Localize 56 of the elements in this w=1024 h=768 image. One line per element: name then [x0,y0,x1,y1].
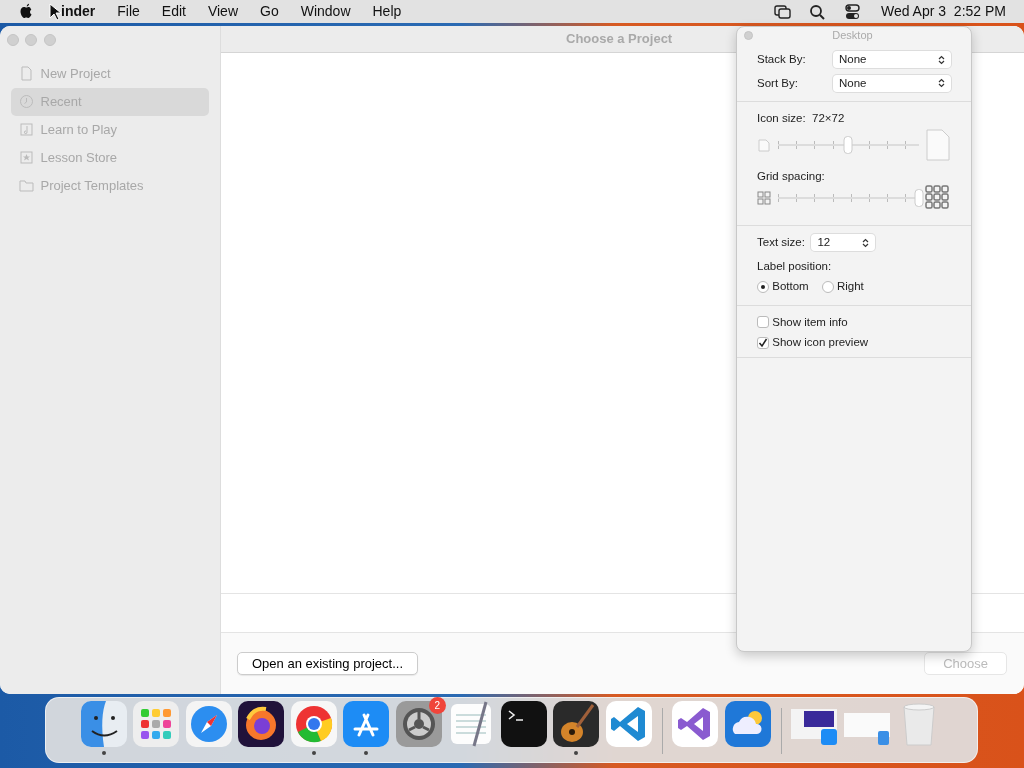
cloud-icon[interactable] [724,701,771,748]
guitar-icon[interactable] [553,701,600,748]
radio-option[interactable]: Bottom [757,278,809,296]
app-menu[interactable]: inder [61,1,107,22]
sort-by-popup[interactable]: None [833,74,951,92]
panel-title: Desktop [831,27,874,43]
menu-item[interactable]: Go [249,1,290,22]
field-label: Text size: [757,235,805,250]
field-label: Stack By: [757,52,806,67]
terminal-icon[interactable] [500,701,547,748]
menu-item[interactable]: Window [289,1,362,22]
slider-thumb[interactable] [843,136,853,155]
app-grid-icon[interactable] [133,701,180,748]
ribbon-icon[interactable] [605,701,652,748]
checkmark-icon [758,337,768,348]
window-title: Choose a Project [566,30,673,49]
chevron-icon [862,237,870,248]
clock-icon [19,94,34,109]
chevron-icon [938,78,945,89]
screen-mirroring-icon[interactable] [772,2,792,21]
search-icon[interactable] [807,2,827,21]
face-icon[interactable] [80,701,127,748]
field-label: Label position: [757,258,833,274]
compass-icon[interactable] [185,701,232,748]
open-project-button[interactable]: Open an existing project... [237,651,419,676]
small-grid-icon [757,191,771,205]
field-label: Grid spacing: [757,168,826,184]
icon-size-value: 72×72 [812,111,845,126]
menu-item[interactable]: File [106,1,151,22]
flame-icon[interactable] [238,701,285,748]
large-document-icon [925,129,951,162]
chevron-icon [938,54,945,65]
checkbox-option[interactable]: Show icon preview [757,334,951,352]
menu-clock[interactable]: Wed Apr 3 2:52 PM [869,1,1024,22]
radio-option[interactable]: Right [821,278,864,296]
large-grid-icon [925,185,951,211]
folder-icon [19,178,34,193]
cursor-icon [49,2,61,21]
ribbon-icon[interactable] [672,701,719,748]
stack-by-popup[interactable]: None [833,51,951,69]
letter-a-icon[interactable] [343,701,390,748]
control-center-icon[interactable] [842,2,862,21]
apple-menu-icon[interactable] [18,2,34,21]
menu-item[interactable]: View [196,1,249,22]
ring-icon[interactable] [290,701,337,748]
field-label: Sort By: [757,75,798,91]
music-note-icon [19,122,34,137]
slider-thumb[interactable] [914,189,923,207]
gear-icon[interactable] [395,701,442,748]
menu-item[interactable]: Edit [150,1,197,22]
field-label: Icon size: [757,111,806,126]
document-icon [19,66,34,81]
menu-item[interactable]: Help [361,1,413,22]
small-document-icon [757,138,771,153]
text-size-popup[interactable]: 12 [811,234,876,252]
checkbox-option[interactable]: Show item info [757,313,951,331]
